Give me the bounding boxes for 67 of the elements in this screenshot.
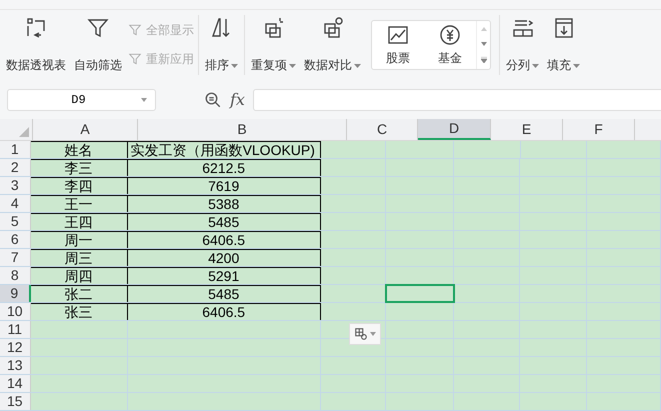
row-header[interactable]: 4 [0,195,31,212]
row-header[interactable]: 2 [0,159,31,176]
gallery-item[interactable]: 基金 [424,22,476,67]
clipboard-icon [354,327,368,342]
row-header[interactable]: 1 [0,141,31,158]
row-header[interactable]: 11 [0,321,31,338]
ribbon-button[interactable]: 数据对比 [302,16,363,74]
table-cell: 周一 [30,231,128,248]
table-cell: 6406.5 [128,231,321,248]
ribbon-button[interactable]: 数据透视表 [4,16,68,74]
table-cell: 6406.5 [128,303,321,320]
row-header[interactable]: 6 [0,231,31,248]
ribbon-button[interactable]: 重复项 [249,16,298,74]
caret-icon [141,98,147,102]
row-header[interactable]: 9 [0,285,31,302]
ribbon-button[interactable]: 填充 [545,16,582,74]
zoom-icon[interactable] [204,90,222,108]
cell-reference: D9 [70,92,87,108]
table-cell: 王一 [30,195,128,212]
row-header[interactable]: 8 [0,267,31,284]
table-cell: 实发工资（用函数VLOOKUP) [128,141,321,158]
table-cell: 李四 [30,177,128,194]
table-cell: 周四 [30,267,128,284]
table-cell: 周三 [30,249,128,266]
funnel-icon [128,52,142,66]
down-arrow-icon [480,42,486,46]
table-cell: 4200 [128,249,321,266]
row-header[interactable]: 10 [0,303,31,320]
corner-triangle-icon [19,127,29,138]
row-header[interactable]: 15 [0,393,31,410]
name-box[interactable]: D9 [7,88,156,110]
column-header[interactable]: B [138,119,347,140]
ribbon-button[interactable]: 排序 [203,16,240,74]
column-header[interactable]: E [491,119,563,140]
ribbon-button[interactable]: 自动筛选 [72,16,124,74]
row-header[interactable]: 13 [0,357,31,374]
row-header[interactable]: 14 [0,375,31,392]
row-header[interactable]: 5 [0,213,31,230]
column-header[interactable]: F [563,119,635,140]
column-header[interactable]: D [418,119,491,140]
coin-icon [438,22,462,47]
expand-icon [480,57,486,64]
table-cell: 5485 [128,285,321,302]
table-cell: 王四 [30,213,128,230]
fx-label[interactable]: fx [230,88,245,112]
table-cell: 6212.5 [128,159,321,176]
row-header[interactable]: 12 [0,339,31,356]
table-cell: 7619 [128,177,321,194]
selected-cell[interactable] [386,285,454,302]
row-header[interactable]: 7 [0,249,31,266]
funnel-icon [128,23,142,38]
paste-options-button[interactable] [349,323,381,346]
gallery-item[interactable]: 股票 [372,22,424,67]
row-header[interactable]: 3 [0,177,31,194]
ribbon-button[interactable]: 分列 [504,16,541,74]
caret-icon [370,332,376,336]
formula-input[interactable] [252,88,661,110]
table-cell: 5388 [128,195,321,212]
table-cell: 张三 [30,303,128,320]
table-cell: 张二 [30,285,128,302]
gallery-scrollbar[interactable] [476,20,490,69]
up-arrow-icon [480,26,486,31]
table-cell: 5291 [128,267,321,284]
table-cell: 姓名 [30,141,128,158]
table-cell: 李三 [30,159,128,176]
column-header[interactable]: A [33,119,138,140]
table-cell: 5485 [128,213,321,230]
